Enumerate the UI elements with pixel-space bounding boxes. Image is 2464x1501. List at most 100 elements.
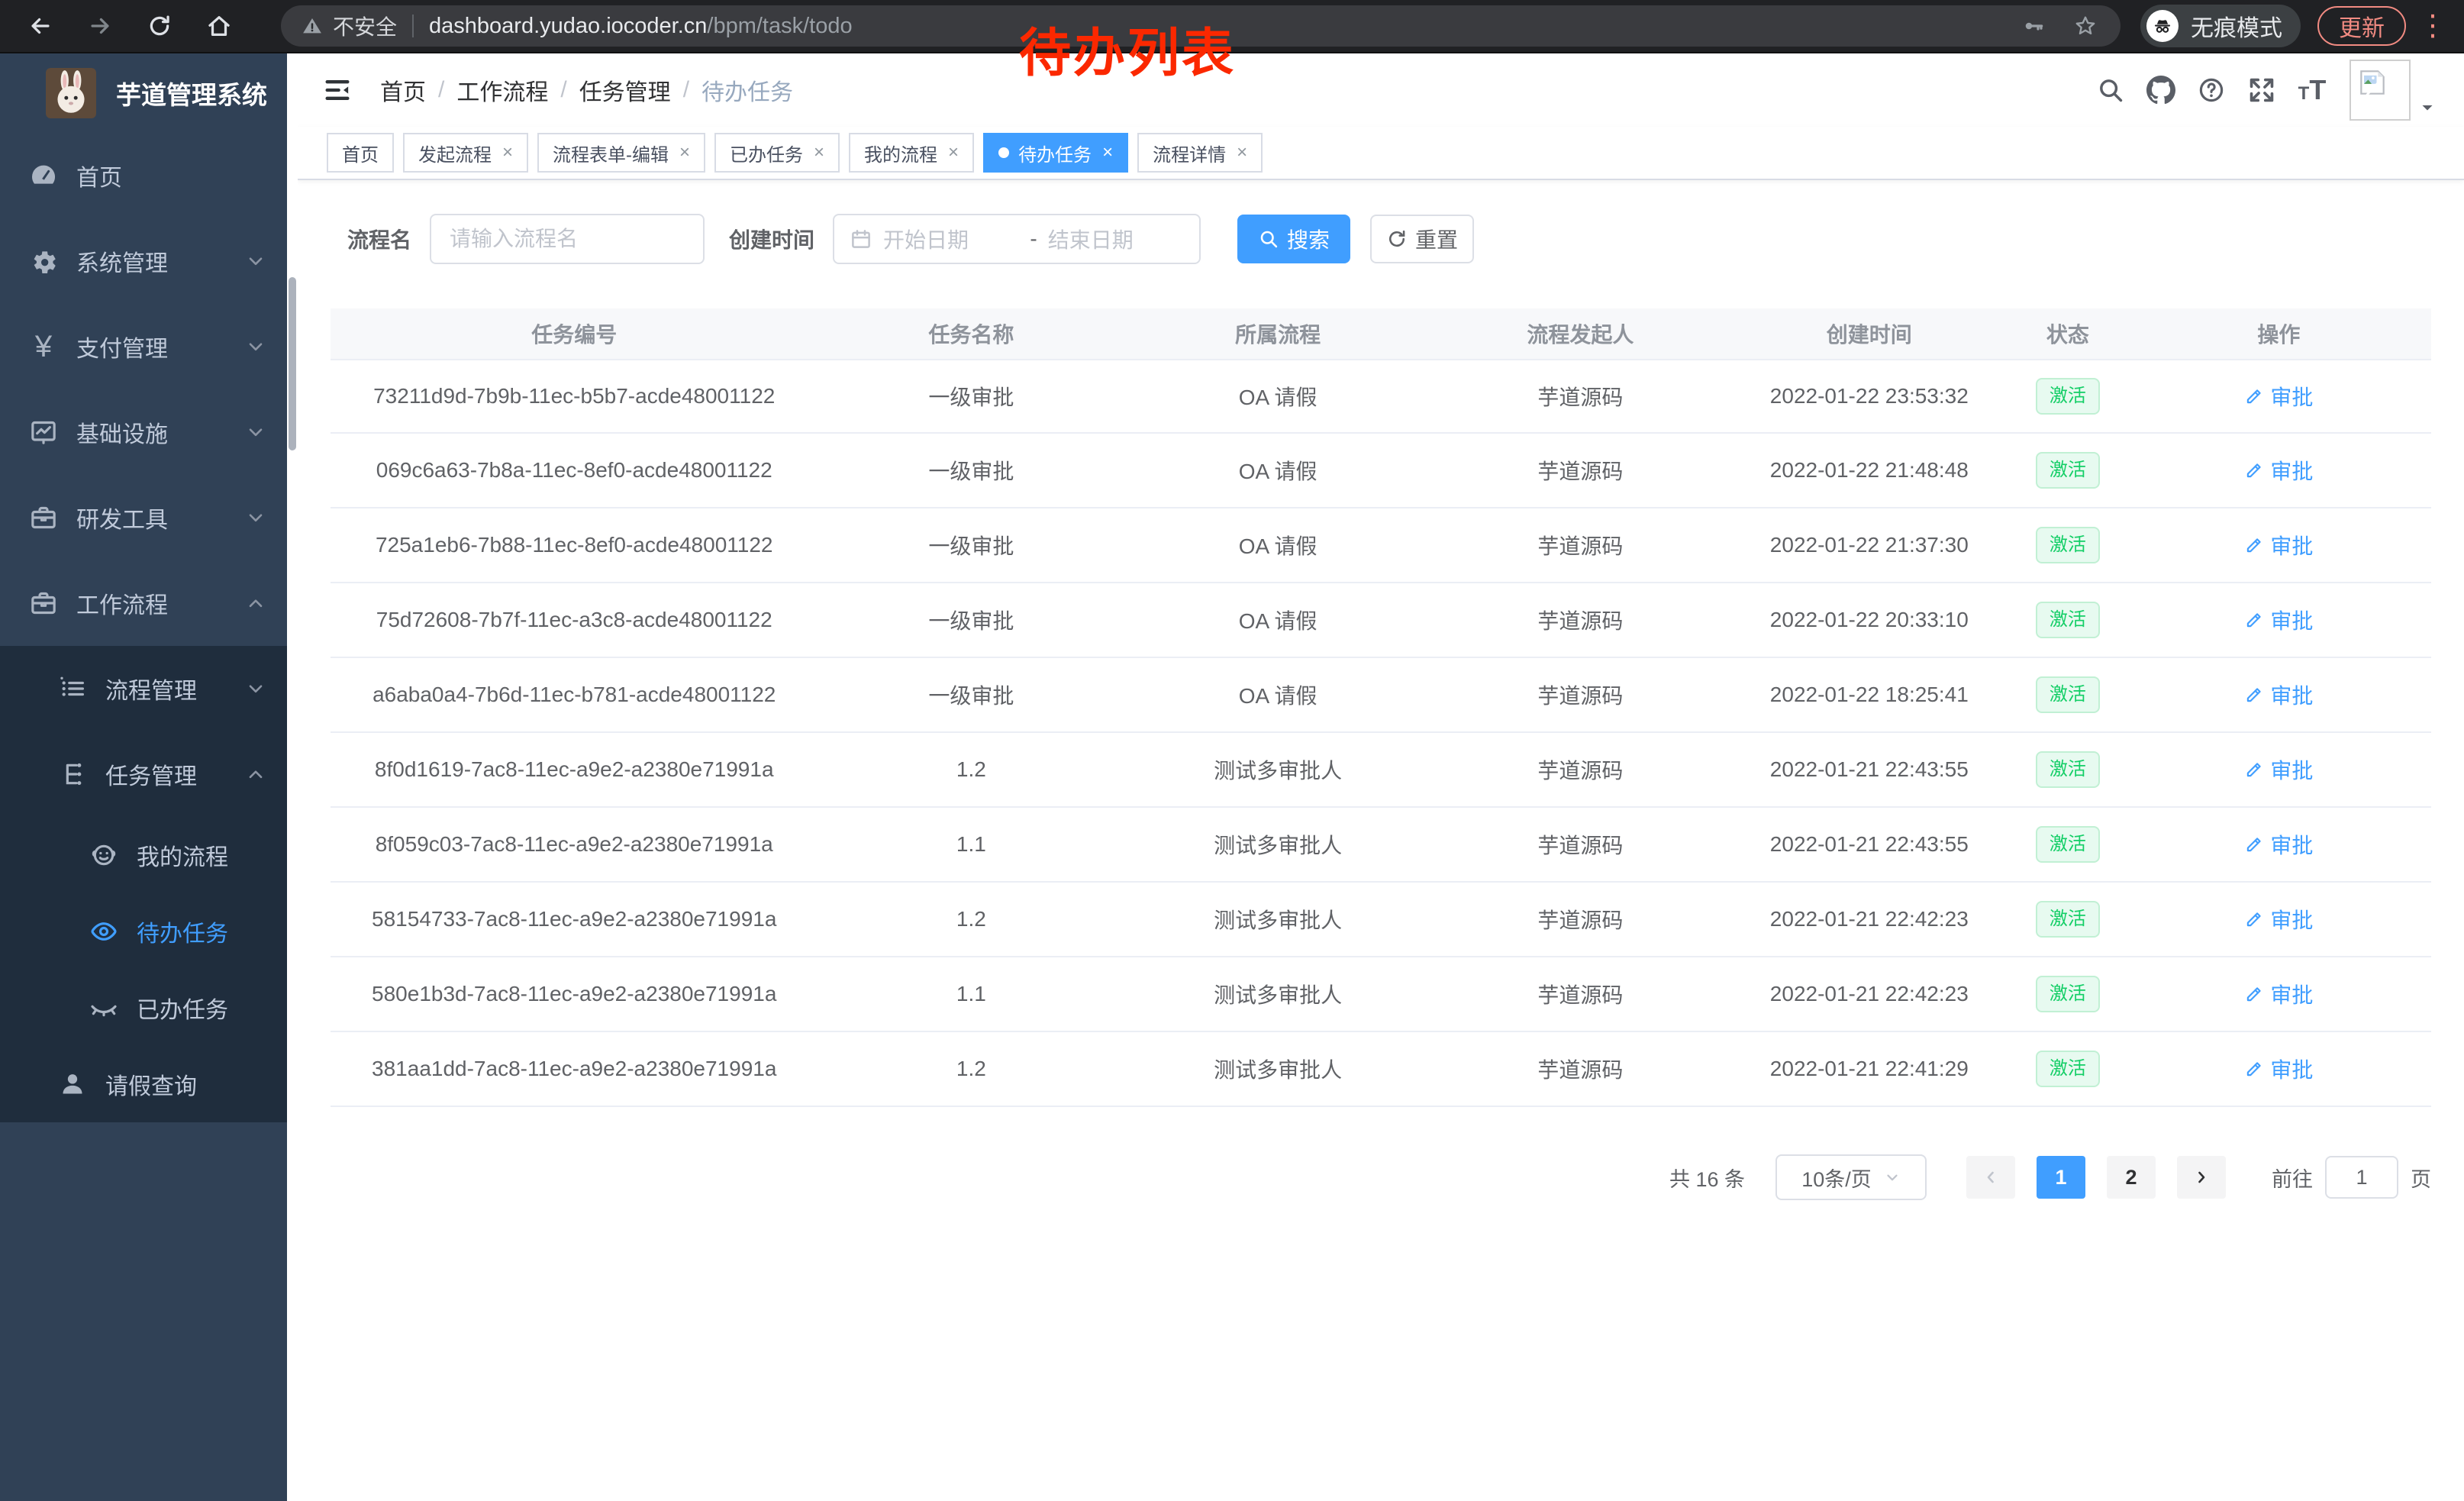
sidebar-item-leave-query[interactable]: 请假查询 xyxy=(0,1046,298,1122)
approve-link[interactable]: 审批 xyxy=(2244,530,2313,560)
page-size-select[interactable]: 10条/页 xyxy=(1775,1154,1927,1200)
hamburger-icon[interactable] xyxy=(316,69,359,111)
back-icon[interactable] xyxy=(21,7,60,45)
sidebar-item-process-mgmt[interactable]: 流程管理 xyxy=(0,646,298,731)
sidebar-item-payment[interactable]: ¥支付管理 xyxy=(0,304,298,389)
close-icon[interactable]: × xyxy=(814,144,824,162)
url-host[interactable]: dashboard.yudao.iocoder.cn xyxy=(429,14,707,39)
fullscreen-icon[interactable] xyxy=(2237,53,2287,127)
cell-process: OA 请假 xyxy=(1124,455,1431,486)
caret-down-icon[interactable] xyxy=(2418,98,2437,117)
cell-status: 激活 xyxy=(2009,1051,2127,1087)
cell-create-time: 2022-01-21 22:41:29 xyxy=(1730,1057,2009,1081)
sidebar-scrollbar-thumb[interactable] xyxy=(289,277,296,450)
cell-action: 审批 xyxy=(2127,754,2431,785)
sidebar-item-label: 研发工具 xyxy=(76,501,168,534)
cell-task-name: 一级审批 xyxy=(818,605,1124,635)
tab-流程详情[interactable]: 流程详情× xyxy=(1137,133,1263,173)
close-icon[interactable]: × xyxy=(948,144,959,162)
tab-已办任务[interactable]: 已办任务× xyxy=(714,133,840,173)
cell-starter: 芋道源码 xyxy=(1431,530,1730,560)
help-icon[interactable] xyxy=(2186,53,2237,127)
start-date-placeholder[interactable]: 开始日期 xyxy=(883,224,1019,254)
approve-link[interactable]: 审批 xyxy=(2244,1054,2313,1084)
sidebar-item-devtools[interactable]: 研发工具 xyxy=(0,475,298,560)
cell-status: 激活 xyxy=(2009,452,2127,489)
reload-icon[interactable] xyxy=(140,7,179,45)
approve-link[interactable]: 审批 xyxy=(2244,605,2313,635)
tab-发起流程[interactable]: 发起流程× xyxy=(403,133,528,173)
breadcrumb-item[interactable]: 任务管理 xyxy=(579,73,671,107)
approve-link[interactable]: 审批 xyxy=(2244,679,2313,710)
tab-流程表单-编辑[interactable]: 流程表单-编辑× xyxy=(537,133,705,173)
font-size-icon[interactable]: TT xyxy=(2287,53,2337,127)
close-icon[interactable]: × xyxy=(1237,144,1247,162)
sidebar-item-task-mgmt[interactable]: 任务管理 xyxy=(0,731,298,817)
sidebar-item-todo-task[interactable]: 待办任务 xyxy=(0,893,298,970)
status-badge: 激活 xyxy=(2036,1051,2100,1087)
sidebar-logo[interactable]: 芋道管理系统 xyxy=(0,53,298,133)
prev-page-button[interactable] xyxy=(1966,1156,2015,1199)
goto-page-input[interactable] xyxy=(2325,1156,2398,1199)
process-name-input[interactable] xyxy=(430,214,705,264)
page-button-1[interactable]: 1 xyxy=(2037,1156,2085,1199)
reset-button[interactable]: 重置 xyxy=(1370,215,1474,263)
briefcase-icon xyxy=(26,586,61,621)
status-badge: 激活 xyxy=(2036,527,2100,563)
password-key-icon[interactable] xyxy=(2018,11,2049,41)
approve-link[interactable]: 审批 xyxy=(2244,455,2313,486)
approve-link[interactable]: 审批 xyxy=(2244,754,2313,785)
tab-我的流程[interactable]: 我的流程× xyxy=(849,133,974,173)
search-button-icon xyxy=(1258,228,1279,250)
end-date-placeholder[interactable]: 结束日期 xyxy=(1048,224,1184,254)
broken-image-icon xyxy=(2356,66,2389,99)
sidebar-item-done-task[interactable]: 已办任务 xyxy=(0,970,298,1046)
date-range-picker[interactable]: 开始日期 - 结束日期 xyxy=(833,214,1201,264)
cell-task-id: a6aba0a4-7b6d-11ec-b781-acde48001122 xyxy=(331,683,818,707)
sidebar-item-label: 我的流程 xyxy=(137,838,228,872)
cell-status: 激活 xyxy=(2009,901,2127,938)
search-icon[interactable] xyxy=(2085,53,2136,127)
approve-link[interactable]: 审批 xyxy=(2244,979,2313,1009)
bookmark-star-icon[interactable] xyxy=(2070,11,2101,41)
home-icon[interactable] xyxy=(200,7,238,45)
approve-link[interactable]: 审批 xyxy=(2244,381,2313,412)
approve-link[interactable]: 审批 xyxy=(2244,904,2313,934)
cell-process: 测试多审批人 xyxy=(1124,829,1431,860)
github-icon[interactable] xyxy=(2136,53,2186,127)
sidebar-item-infra[interactable]: 基础设施 xyxy=(0,389,298,475)
sidebar-item-my-process[interactable]: 我的流程 xyxy=(0,817,298,893)
browser-update-button[interactable]: 更新 xyxy=(2317,6,2406,46)
tab-首页[interactable]: 首页 xyxy=(327,133,394,173)
page-button-2[interactable]: 2 xyxy=(2107,1156,2156,1199)
approve-link[interactable]: 审批 xyxy=(2244,829,2313,860)
breadcrumb-item[interactable]: 工作流程 xyxy=(456,73,548,107)
forward-icon[interactable] xyxy=(81,7,119,45)
tags-view: 首页发起流程×流程表单-编辑×已办任务×我的流程×待办任务×流程详情× xyxy=(298,127,2464,180)
goto-label: 前往 xyxy=(2272,1163,2313,1193)
security-label[interactable]: 不安全 xyxy=(333,11,397,41)
avatar[interactable] xyxy=(2350,60,2411,121)
status-badge: 激活 xyxy=(2036,901,2100,938)
table-row: 580e1b3d-7ac8-11ec-a9e2-a2380e71991a1.1测… xyxy=(331,957,2431,1032)
search-button[interactable]: 搜索 xyxy=(1237,215,1350,263)
close-icon[interactable]: × xyxy=(679,144,690,162)
sidebar-item-workflow[interactable]: 工作流程 xyxy=(0,560,298,646)
sidebar-item-home[interactable]: 首页 xyxy=(0,133,298,218)
cell-create-time: 2022-01-22 21:37:30 xyxy=(1730,533,2009,557)
cell-starter: 芋道源码 xyxy=(1431,605,1730,635)
close-icon[interactable]: × xyxy=(502,144,513,162)
cell-status: 激活 xyxy=(2009,751,2127,788)
page-unit-label: 页 xyxy=(2411,1163,2431,1193)
next-page-button[interactable] xyxy=(2177,1156,2226,1199)
close-icon[interactable]: × xyxy=(1102,144,1113,162)
breadcrumb-item[interactable]: 首页 xyxy=(380,73,426,107)
briefcase-icon xyxy=(26,500,61,535)
table-row: a6aba0a4-7b6d-11ec-b781-acde48001122一级审批… xyxy=(331,658,2431,733)
tab-待办任务[interactable]: 待办任务× xyxy=(983,133,1128,173)
sidebar-item-system[interactable]: 系统管理 xyxy=(0,218,298,304)
browser-menu-icon[interactable]: ⋮ xyxy=(2418,11,2447,40)
edit-icon xyxy=(2244,909,2264,929)
url-path[interactable]: /bpm/task/todo xyxy=(707,14,852,39)
cell-create-time: 2022-01-22 21:48:48 xyxy=(1730,458,2009,483)
